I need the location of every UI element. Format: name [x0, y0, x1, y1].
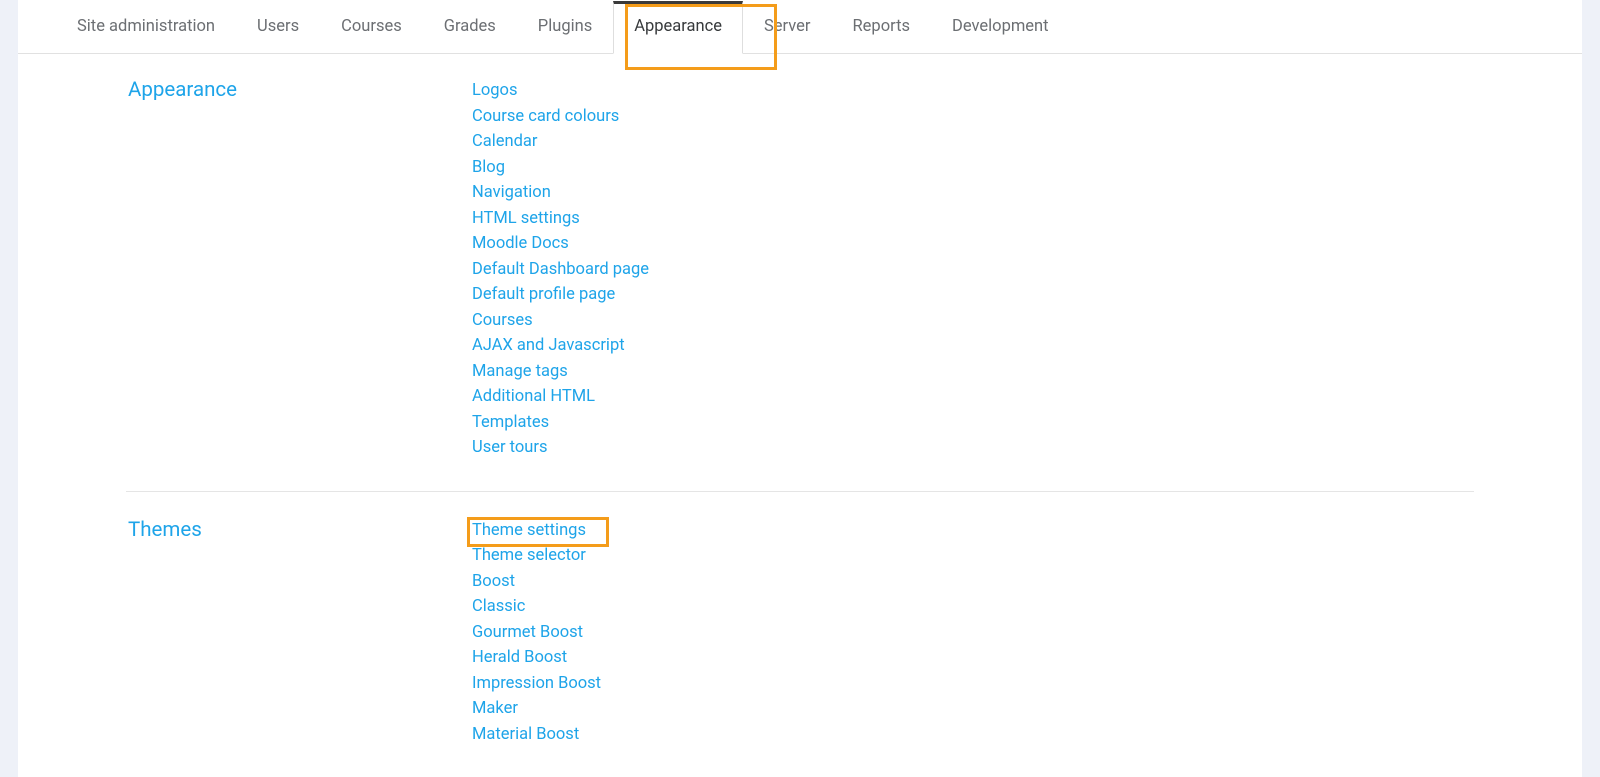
- link-user-tours[interactable]: User tours: [472, 435, 1474, 461]
- link-theme-settings[interactable]: Theme settings: [472, 518, 1474, 544]
- tab-label: Appearance: [634, 17, 722, 36]
- link-calendar[interactable]: Calendar: [472, 129, 1474, 155]
- section-themes: Themes Theme settings Theme selector Boo…: [126, 491, 1474, 777]
- link-html-settings[interactable]: HTML settings: [472, 206, 1474, 232]
- link-courses[interactable]: Courses: [472, 308, 1474, 334]
- link-impression-boost[interactable]: Impression Boost: [472, 671, 1474, 697]
- link-gourmet-boost[interactable]: Gourmet Boost: [472, 620, 1474, 646]
- tab-label: Site administration: [77, 17, 215, 36]
- tab-users[interactable]: Users: [236, 1, 320, 54]
- tab-label: Plugins: [538, 17, 592, 36]
- link-theme-selector[interactable]: Theme selector: [472, 543, 1474, 569]
- link-boost[interactable]: Boost: [472, 569, 1474, 595]
- link-maker[interactable]: Maker: [472, 696, 1474, 722]
- page-container: Site administration Users Courses Grades…: [18, 0, 1582, 777]
- link-default-profile-page[interactable]: Default profile page: [472, 282, 1474, 308]
- link-herald-boost[interactable]: Herald Boost: [472, 645, 1474, 671]
- section-title: Appearance: [126, 78, 472, 461]
- link-ajax-and-javascript[interactable]: AJAX and Javascript: [472, 333, 1474, 359]
- section-heading-link-themes[interactable]: Themes: [128, 518, 202, 542]
- tab-label: Users: [257, 17, 299, 36]
- link-course-card-colours[interactable]: Course card colours: [472, 104, 1474, 130]
- tab-courses[interactable]: Courses: [320, 1, 423, 54]
- tab-appearance[interactable]: Appearance: [613, 1, 743, 54]
- link-manage-tags[interactable]: Manage tags: [472, 359, 1474, 385]
- tab-server[interactable]: Server: [743, 1, 832, 54]
- section-appearance: Appearance Logos Course card colours Cal…: [126, 68, 1474, 491]
- link-logos[interactable]: Logos: [472, 78, 1474, 104]
- link-navigation[interactable]: Navigation: [472, 180, 1474, 206]
- link-templates[interactable]: Templates: [472, 410, 1474, 436]
- tab-label: Server: [764, 17, 811, 36]
- tab-plugins[interactable]: Plugins: [517, 1, 613, 54]
- tab-label: Courses: [341, 17, 402, 36]
- link-blog[interactable]: Blog: [472, 155, 1474, 181]
- section-heading-link-appearance[interactable]: Appearance: [128, 78, 237, 102]
- section-links: Theme settings Theme selector Boost Clas…: [472, 518, 1474, 748]
- tab-reports[interactable]: Reports: [832, 1, 932, 54]
- link-default-dashboard-page[interactable]: Default Dashboard page: [472, 257, 1474, 283]
- link-additional-html[interactable]: Additional HTML: [472, 384, 1474, 410]
- content-area: Appearance Logos Course card colours Cal…: [18, 54, 1582, 777]
- tab-site-administration[interactable]: Site administration: [56, 1, 236, 54]
- link-material-boost[interactable]: Material Boost: [472, 722, 1474, 748]
- tab-label: Development: [952, 17, 1049, 36]
- tab-grades[interactable]: Grades: [423, 1, 517, 54]
- tab-label: Grades: [444, 17, 496, 36]
- section-title: Themes: [126, 518, 472, 748]
- tab-label: Reports: [853, 17, 911, 36]
- admin-tabs: Site administration Users Courses Grades…: [18, 0, 1582, 54]
- link-moodle-docs[interactable]: Moodle Docs: [472, 231, 1474, 257]
- section-links: Logos Course card colours Calendar Blog …: [472, 78, 1474, 461]
- tab-development[interactable]: Development: [931, 1, 1070, 54]
- link-classic[interactable]: Classic: [472, 594, 1474, 620]
